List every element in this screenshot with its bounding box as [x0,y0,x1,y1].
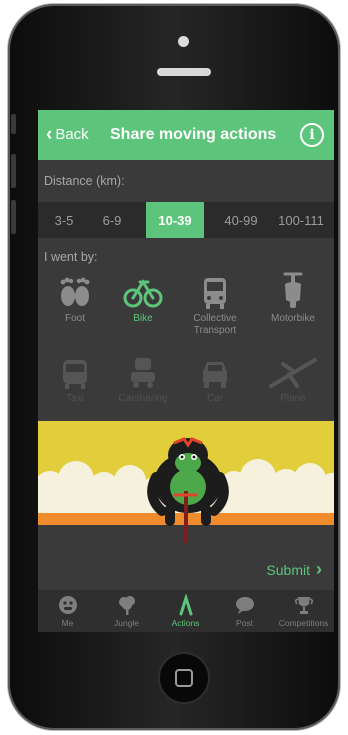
distance-option[interactable]: 3-5 [42,202,86,238]
mode-plane[interactable]: Plane [256,356,330,405]
submit-label: Submit [266,561,310,578]
tab-jungle[interactable]: Jungle [97,592,156,628]
gorilla-face-icon [58,596,77,614]
tab-label: Actions [171,618,200,628]
distance-label: Distance (km): [44,174,125,188]
gorilla-bike-illustration [38,421,334,545]
tab-actions[interactable]: Actions [156,592,215,628]
mode-label: Plane [280,393,306,404]
tab-label: Competitions [278,618,329,628]
page-title: Share moving actions [110,126,277,143]
tree-icon [118,596,135,615]
tab-label: Post [235,618,253,628]
mode-label: Car [206,393,224,404]
mode-carsharing[interactable]: Carsharing [106,356,180,405]
distance-option-selected[interactable]: 10-39 [146,202,204,238]
mode-foot[interactable]: Foot [38,276,112,325]
speech-bubble-icon [235,597,254,614]
distance-option[interactable]: 100-111 [270,202,332,238]
taxi-icon [63,360,87,389]
earpiece-speaker [157,68,211,76]
submit-button[interactable]: Submit › [266,559,322,580]
home-square-icon [175,669,193,687]
distance-option[interactable]: 40-99 [216,202,266,238]
mode-car[interactable]: Car [178,356,252,405]
tab-bar: Me Jungle Actions Post Competitions [38,590,334,632]
trophy-icon [294,597,313,614]
back-label: Back [55,126,89,143]
tab-competitions[interactable]: Competitions [274,592,333,628]
tab-me[interactable]: Me [38,592,97,628]
distance-option[interactable]: 6-9 [90,202,134,238]
bike-icon [123,279,163,308]
nav-header: ‹ Back Share moving actions i [38,110,334,160]
app-screen: ‹ Back Share moving actions i Distance (… [38,110,334,632]
banner-artwork [38,421,334,545]
tab-label: Me [61,618,74,628]
mode-taxi[interactable]: Taxi [38,356,112,405]
chevron-right-icon: › [316,559,322,579]
info-icon[interactable]: i [300,123,324,147]
submit-row: Submit › [38,545,334,589]
mode-label: Motorbike [271,313,315,324]
tab-label: Jungle [113,618,140,628]
mode-motorbike[interactable]: Motorbike [256,270,330,325]
carsharing-icon [131,358,155,388]
front-camera [178,36,189,47]
chevron-left-icon: ‹ [46,124,53,145]
lambda-icon [179,594,192,616]
distance-selector: 3-5 6-9 10-39 40-99 100-111 [38,202,334,238]
scooter-icon [283,272,303,308]
mode-label: Foot [64,313,85,324]
footprints-icon [60,277,90,306]
bus-icon [204,278,226,309]
plane-icon [269,358,317,388]
volume-up-button [11,154,16,188]
car-icon [203,362,227,388]
mode-label: Collective Transport [193,313,237,336]
mode-label: Carsharing [118,393,168,404]
transport-label: I went by: [44,250,98,264]
mode-collective-transport[interactable]: Collective Transport [178,276,252,337]
mode-bike-selected[interactable]: Bike [106,276,180,325]
mute-switch [11,114,16,134]
volume-down-button [11,200,16,234]
mode-label: Bike [133,313,153,324]
back-button[interactable]: ‹ Back [46,124,89,145]
mode-label: Taxi [66,393,84,404]
tab-post[interactable]: Post [215,592,274,628]
home-button[interactable] [158,652,210,704]
